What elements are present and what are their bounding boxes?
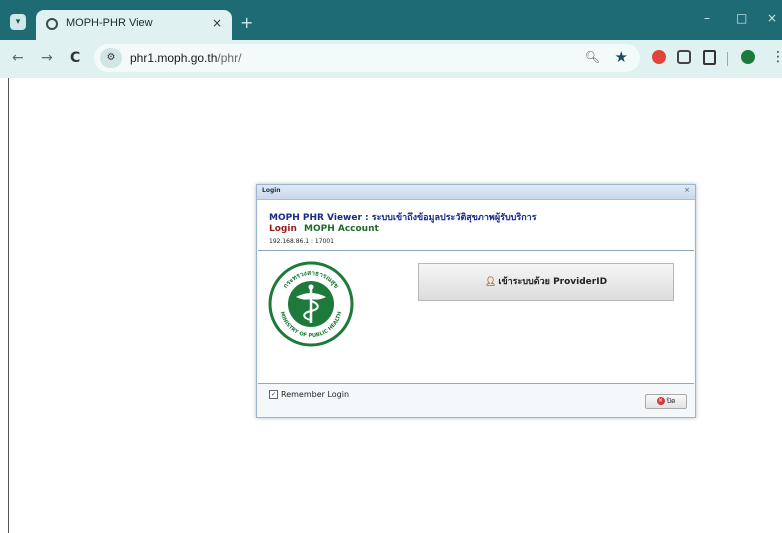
back-button[interactable]: ← bbox=[12, 50, 24, 66]
dialog-close-button[interactable]: × ปิด bbox=[645, 394, 687, 409]
puzzle-icon[interactable] bbox=[703, 50, 716, 65]
dialog-title: Login bbox=[262, 187, 281, 194]
user-icon: 👤︎ bbox=[484, 277, 497, 287]
provider-id-login-label: เข้าระบบด้วย ProviderID bbox=[498, 277, 608, 287]
tab-close-button[interactable]: × bbox=[212, 16, 222, 30]
forward-button[interactable]: → bbox=[41, 50, 53, 66]
moph-logo-icon: กระทรวงสาธารณสุข MINISTRY OF PUBLIC HEAL… bbox=[268, 261, 354, 347]
close-button-label: ปิด bbox=[666, 397, 676, 405]
server-address: 192.168.86.1 : 17001 bbox=[269, 238, 335, 245]
reload-button[interactable]: C bbox=[70, 50, 80, 66]
provider-id-login-button[interactable]: 👤︎ เข้าระบบด้วย ProviderID bbox=[418, 263, 674, 301]
site-info-icon[interactable]: ⚙ bbox=[100, 48, 122, 68]
window-close-button[interactable]: × bbox=[767, 11, 777, 25]
login-subheading: Login MOPH Account bbox=[269, 224, 379, 234]
maximize-button[interactable]: □ bbox=[736, 11, 747, 25]
url-text[interactable]: phr1.moph.go.th/phr/ bbox=[130, 51, 241, 65]
browser-tab[interactable]: MOPH-PHR View × bbox=[36, 10, 232, 40]
tab-search-button[interactable]: ▾ bbox=[10, 14, 26, 30]
browser-toolbar: ← → C ⚙ phr1.moph.go.th/phr/ 🔍︎ ★ ⋮ bbox=[0, 40, 782, 78]
dialog-footer: ✓ Remember Login × ปิด bbox=[258, 383, 694, 416]
magnifier-icon[interactable]: 🔍︎ bbox=[585, 50, 600, 64]
profile-icon[interactable] bbox=[741, 50, 755, 64]
star-icon[interactable]: ★ bbox=[615, 48, 628, 66]
minimize-button[interactable]: – bbox=[704, 11, 710, 25]
dialog-close-icon[interactable]: × bbox=[684, 186, 690, 194]
dialog-header: MOPH PHR Viewer : ระบบเข้าถึงข้อมูลประวั… bbox=[258, 200, 694, 251]
globe-icon bbox=[46, 18, 58, 30]
tab-title: MOPH-PHR View bbox=[66, 17, 153, 29]
remember-login-checkbox[interactable]: ✓ Remember Login bbox=[269, 390, 349, 399]
account-label: MOPH Account bbox=[304, 224, 379, 234]
dialog-title-bar: Login × bbox=[257, 185, 695, 200]
close-circle-icon: × bbox=[656, 397, 665, 405]
login-dialog: Login × MOPH PHR Viewer : ระบบเข้าถึงข้อ… bbox=[256, 184, 696, 418]
extension-icon[interactable] bbox=[677, 50, 691, 64]
app-heading: MOPH PHR Viewer : ระบบเข้าถึงข้อมูลประวั… bbox=[269, 213, 537, 223]
browser-tab-bar: ▾ MOPH-PHR View × + – □ × bbox=[0, 0, 782, 40]
new-tab-button[interactable]: + bbox=[240, 13, 253, 32]
login-label: Login bbox=[269, 224, 297, 234]
toolbar-divider bbox=[727, 52, 728, 66]
kebab-menu-icon[interactable]: ⋮ bbox=[771, 49, 782, 65]
remember-login-label: Remember Login bbox=[281, 390, 350, 399]
adblock-extension-icon[interactable] bbox=[652, 50, 666, 64]
address-bar[interactable]: ⚙ phr1.moph.go.th/phr/ 🔍︎ ★ bbox=[94, 44, 640, 72]
dialog-body: กระทรวงสาธารณสุข MINISTRY OF PUBLIC HEAL… bbox=[258, 251, 694, 385]
checkbox-icon[interactable]: ✓ bbox=[269, 390, 278, 399]
